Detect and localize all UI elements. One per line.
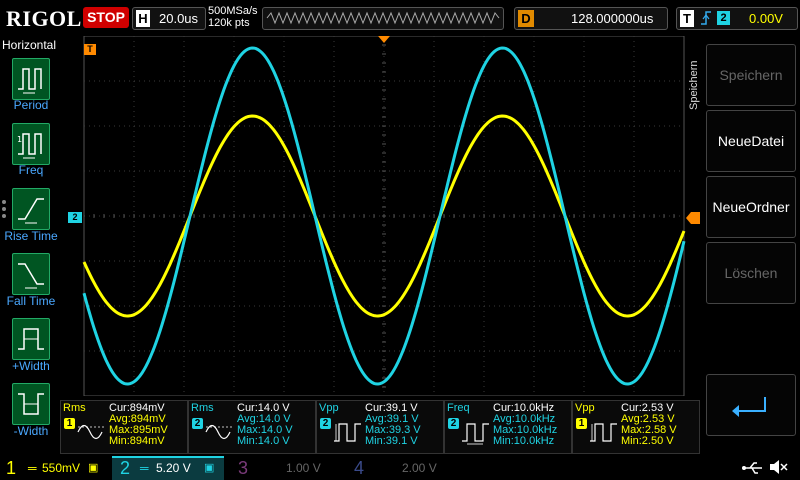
measurement-channel: 2 bbox=[448, 418, 459, 429]
measurement-name: Rms bbox=[191, 402, 214, 414]
ch2-bandwidth-icon: ▣ bbox=[204, 462, 215, 474]
neg-width-icon bbox=[18, 393, 44, 415]
measurement-minimum: Min:894mV bbox=[109, 435, 165, 447]
measurement-cell[interactable]: Rms 1 Cur:894mV Avg:894mV Max:895mV Min:894mV bbox=[60, 400, 188, 454]
memory-overview-bar[interactable] bbox=[262, 7, 504, 30]
menu-page-indicator bbox=[2, 197, 6, 221]
acquisition-info: 500MSa/s 120k pts bbox=[208, 5, 258, 29]
fall-time-icon bbox=[18, 263, 44, 289]
waveform-display[interactable]: T 2 bbox=[60, 36, 700, 396]
measurement-cell[interactable]: Vpp 1 Cur:2.53 V Avg:2.53 V Max:2.58 V Min:2.… bbox=[572, 400, 700, 454]
logo: RIGOL bbox=[6, 6, 82, 31]
period-label: Period bbox=[13, 98, 49, 112]
trigger-level: 0.00V bbox=[749, 11, 783, 26]
trigger-source: 2 bbox=[717, 11, 730, 25]
left-menu-title: Horizontal bbox=[1, 38, 57, 52]
measurement-channel: 1 bbox=[576, 418, 587, 429]
freq-label: Freq bbox=[18, 163, 44, 177]
measurement-name: Rms bbox=[63, 402, 86, 414]
timebase-box[interactable]: H 20.0us bbox=[132, 7, 206, 30]
waveform-canvas bbox=[82, 36, 686, 396]
ch1-bandwidth-icon: ▣ bbox=[88, 462, 99, 474]
new-folder-button[interactable]: NeueOrdner bbox=[706, 176, 796, 238]
measurement-channel: 1 bbox=[64, 418, 75, 429]
rising-edge-icon bbox=[699, 9, 713, 30]
ch3-scale: 1.00 V bbox=[286, 461, 321, 475]
ch1-scale: 550mV bbox=[42, 461, 81, 475]
horizontal-label: H bbox=[136, 10, 150, 27]
rise-time-label: Rise Time bbox=[4, 229, 58, 243]
neg-width-label: -Width bbox=[13, 424, 49, 438]
delay-box[interactable]: D 128.000000us bbox=[514, 7, 668, 30]
vpp-icon bbox=[590, 423, 617, 442]
delay-label: D bbox=[518, 10, 534, 27]
right-menu-title: Speichern bbox=[688, 60, 700, 110]
ch3-number: 3 bbox=[238, 458, 249, 478]
delete-button[interactable]: Löschen bbox=[706, 242, 796, 304]
rise-time-icon bbox=[18, 198, 44, 224]
pos-width-button[interactable] bbox=[12, 318, 50, 360]
freq-icon: 1 bbox=[17, 133, 42, 159]
freq-icon bbox=[462, 423, 489, 445]
fall-time-button[interactable] bbox=[12, 253, 50, 295]
neg-width-button[interactable] bbox=[12, 383, 50, 425]
trigger-label: T bbox=[680, 10, 694, 27]
ch1-coupling-icon: ═ bbox=[28, 461, 37, 475]
svg-text:1: 1 bbox=[17, 135, 22, 144]
ch2-number: 2 bbox=[120, 458, 131, 478]
freq-button[interactable]: 1 bbox=[12, 123, 50, 165]
graticule bbox=[83, 36, 685, 396]
timebase-value: 20.0us bbox=[159, 11, 199, 26]
ch1-status[interactable]: 1 ═ 550mV ▣ bbox=[0, 456, 112, 480]
measurement-cell[interactable]: Vpp 2 Cur:39.1 V Avg:39.1 V Max:39.3 V Min:39… bbox=[316, 400, 444, 454]
enter-button[interactable] bbox=[706, 374, 796, 436]
trigger-box[interactable]: T 2 0.00V bbox=[676, 7, 798, 30]
speaker-muted-icon bbox=[770, 460, 788, 474]
usb-icon bbox=[742, 462, 762, 474]
sine-rms-icon bbox=[77, 424, 105, 440]
sine-rms-icon bbox=[205, 424, 233, 440]
ch2-ground-marker[interactable]: 2 bbox=[68, 212, 82, 223]
ch1-number: 1 bbox=[6, 458, 17, 478]
rise-time-button[interactable] bbox=[12, 188, 50, 230]
ch2-scale: 5.20 V bbox=[156, 461, 191, 475]
measurement-cell[interactable]: Rms 2 Cur:14.0 V Avg:14.0 V Max:14.0 V Min:14… bbox=[188, 400, 316, 454]
trigger-position-marker bbox=[378, 36, 390, 43]
trigger-level-marker-left[interactable]: T bbox=[84, 44, 96, 55]
measurement-name: Freq bbox=[447, 402, 470, 414]
period-button[interactable] bbox=[12, 58, 50, 100]
ch2-coupling-icon: ═ bbox=[140, 461, 149, 475]
measurement-minimum: Min:2.50 V bbox=[621, 435, 674, 447]
ch3-status[interactable]: 3 1.00 V bbox=[226, 456, 338, 480]
memory-waveform-icon bbox=[266, 11, 500, 25]
measurement-minimum: Min:14.0 V bbox=[237, 435, 290, 447]
measurement-channel: 2 bbox=[192, 418, 203, 429]
period-icon bbox=[18, 68, 42, 94]
enter-icon bbox=[732, 397, 766, 417]
measurement-minimum: Min:39.1 V bbox=[365, 435, 418, 447]
sample-rate: 500MSa/s bbox=[208, 5, 258, 17]
memory-depth: 120k pts bbox=[208, 17, 250, 29]
fall-time-label: Fall Time bbox=[6, 294, 56, 308]
trigger-level-marker-right[interactable] bbox=[686, 212, 700, 224]
ch4-number: 4 bbox=[354, 458, 365, 478]
ch4-status[interactable]: 4 2.00 V bbox=[340, 456, 452, 480]
measurement-channel: 2 bbox=[320, 418, 331, 429]
save-button[interactable]: Speichern bbox=[706, 44, 796, 106]
pos-width-label: +Width bbox=[12, 359, 50, 373]
pos-width-icon bbox=[18, 328, 44, 350]
ch2-status[interactable]: 2 ═ 5.20 V ▣ bbox=[112, 456, 224, 480]
new-file-button[interactable]: NeueDatei bbox=[706, 110, 796, 172]
run-stop-status[interactable]: STOP bbox=[83, 7, 129, 28]
measurement-name: Vpp bbox=[319, 402, 339, 414]
measurement-minimum: Min:10.0kHz bbox=[493, 435, 555, 447]
ch4-scale: 2.00 V bbox=[402, 461, 437, 475]
vpp-icon bbox=[334, 423, 361, 442]
measurement-name: Vpp bbox=[575, 402, 595, 414]
delay-value: 128.000000us bbox=[571, 11, 654, 26]
measurement-cell[interactable]: Freq 2 Cur:10.0kHz Avg:10.0kHz Max:10.0kHz Mi… bbox=[444, 400, 572, 454]
